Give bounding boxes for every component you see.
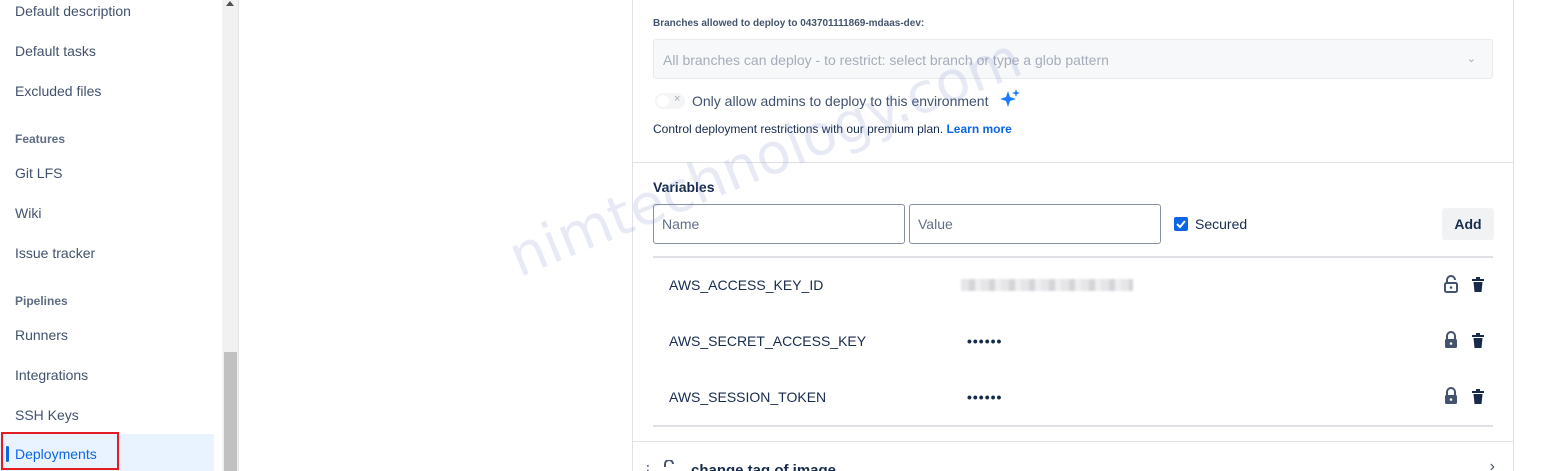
branches-placeholder: All branches can deploy - to restrict: s…: [663, 52, 1109, 68]
toggle-knob: [657, 95, 669, 107]
sidebar-item-issue-tracker[interactable]: Issue tracker: [15, 245, 95, 261]
variable-value-masked: ••••••: [967, 389, 1003, 405]
variable-name: AWS_ACCESS_KEY_ID: [669, 277, 824, 293]
variable-value-input[interactable]: [910, 205, 1160, 243]
sidebar-heading-features: Features: [15, 132, 66, 146]
variable-name: AWS_SECRET_ACCESS_KEY: [669, 333, 867, 349]
unlock-icon[interactable]: [1443, 275, 1459, 293]
trash-icon[interactable]: [1471, 389, 1485, 404]
check-icon: [1176, 220, 1186, 229]
annotation-highlight-box: [1, 432, 119, 470]
variable-value-field[interactable]: [909, 204, 1161, 244]
scroll-up-arrow-icon[interactable]: [226, 1, 234, 6]
unlock-icon: [664, 460, 674, 467]
scroll-thumb[interactable]: [224, 352, 237, 471]
learn-more-link[interactable]: Learn more: [946, 122, 1011, 136]
deployment-environment-panel: Branches allowed to deploy to 0437011118…: [632, 0, 1514, 442]
environment-title: change tag of image: [691, 462, 837, 471]
sidebar-item-integrations[interactable]: Integrations: [15, 367, 88, 383]
branches-label: Branches allowed to deploy to 0437011118…: [653, 18, 925, 29]
lock-icon[interactable]: [1443, 387, 1459, 405]
settings-sidebar: Default description Default tasks Exclud…: [0, 0, 222, 471]
next-environment-block[interactable]: ⋮ change tag of image ›: [632, 442, 1514, 471]
sidebar-item-ssh-keys[interactable]: SSH Keys: [15, 407, 79, 423]
sidebar-item-default-description[interactable]: Default description: [15, 3, 131, 19]
variable-row: AWS_ACCESS_KEY_ID: [653, 257, 1493, 313]
secured-label: Secured: [1195, 216, 1248, 232]
drag-handle-icon[interactable]: ⋮: [641, 462, 655, 471]
sidebar-scrollbar[interactable]: [222, 0, 239, 471]
sidebar-item-wiki[interactable]: Wiki: [15, 205, 41, 221]
trash-icon[interactable]: [1471, 333, 1485, 348]
lock-icon[interactable]: [1443, 331, 1459, 349]
variable-row: AWS_SESSION_TOKEN ••••••: [653, 369, 1493, 425]
close-icon: ×: [674, 93, 681, 105]
admins-only-toggle[interactable]: ×: [655, 93, 685, 109]
add-variable-button[interactable]: Add: [1442, 208, 1494, 240]
sidebar-heading-pipelines: Pipelines: [15, 294, 68, 308]
sidebar-item-excluded-files[interactable]: Excluded files: [15, 83, 101, 99]
variable-value-masked: ••••••: [967, 333, 1003, 349]
trash-icon[interactable]: [1471, 277, 1485, 292]
sidebar-item-git-lfs[interactable]: Git LFS: [15, 165, 62, 181]
variable-row: AWS_SECRET_ACCESS_KEY ••••••: [653, 313, 1493, 369]
sidebar-item-runners[interactable]: Runners: [15, 327, 68, 343]
chevron-right-icon[interactable]: ›: [1490, 458, 1495, 471]
sidebar-item-default-tasks[interactable]: Default tasks: [15, 43, 96, 59]
variable-name: AWS_SESSION_TOKEN: [669, 389, 827, 405]
variables-table-bottom-border: [653, 425, 1493, 427]
branches-select[interactable]: All branches can deploy - to restrict: s…: [653, 39, 1493, 79]
chevron-down-icon: ⌄: [1466, 53, 1476, 65]
redacted-value: [961, 279, 1133, 291]
secured-checkbox[interactable]: [1174, 217, 1188, 231]
